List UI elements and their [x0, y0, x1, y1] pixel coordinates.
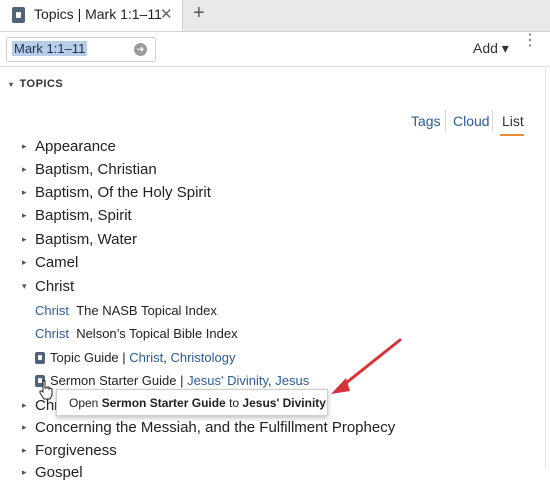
guide-separator: |: [118, 350, 130, 365]
tab-title: Topics | Mark 1:1–11: [34, 6, 162, 22]
topic-entry-source: Nelson’s Topical Bible Index: [76, 326, 238, 341]
view-divider: [492, 110, 493, 132]
tooltip-guide: Sermon Starter Guide: [101, 396, 226, 410]
close-icon[interactable]: ✕: [160, 5, 173, 23]
panel-divider: [545, 66, 546, 470]
expand-caret-icon[interactable]: ▸: [22, 400, 35, 411]
expand-caret-icon[interactable]: ▸: [22, 257, 35, 268]
expand-caret-icon[interactable]: ▸: [22, 422, 35, 433]
add-button[interactable]: Add ▾: [473, 40, 509, 57]
topic-label: Gospel: [35, 464, 83, 481]
topic-entry-link[interactable]: Christ: [35, 326, 69, 341]
guide-entry: Sermon Starter Guide | Jesus' Divinity, …: [35, 373, 309, 388]
section-title: TOPICS: [19, 78, 64, 90]
topic-label: Concerning the Messiah, and the Fulfillm…: [35, 419, 396, 436]
topic-label: Appearance: [35, 138, 116, 155]
topic-label: Baptism, Christian: [35, 161, 157, 178]
expand-caret-icon[interactable]: ▸: [22, 467, 35, 478]
book-icon: [12, 7, 25, 23]
topic-label: Baptism, Spirit: [35, 207, 132, 224]
topic-label: Christ: [35, 278, 75, 295]
vertical-dots-icon[interactable]: ⋮: [522, 33, 538, 49]
topic-row[interactable]: ▸ Baptism, Of the Holy Spirit: [22, 184, 211, 201]
topic-row[interactable]: ▸ Camel: [22, 254, 78, 271]
topic-entry-source: The NASB Topical Index: [76, 303, 217, 318]
topic-label: Forgiveness: [35, 442, 117, 459]
add-tab-button[interactable]: +: [193, 2, 205, 25]
topic-label: Baptism, Of the Holy Spirit: [35, 184, 211, 201]
reference-input[interactable]: Mark 1:1–11 ➜: [6, 37, 156, 62]
topic-row[interactable]: ▸ Baptism, Water: [22, 231, 137, 248]
topic-entry-link[interactable]: Christ: [35, 303, 69, 318]
topic-row[interactable]: ▸ Forgiveness: [22, 442, 117, 459]
tab-topics[interactable]: Topics | Mark 1:1–11 ✕: [0, 0, 183, 31]
topic-row[interactable]: ▸ Baptism, Christian: [22, 161, 157, 178]
expand-caret-icon[interactable]: ▸: [22, 210, 35, 221]
expand-caret-icon[interactable]: ▸: [22, 234, 35, 245]
guide-entry: Topic Guide | Christ, Christology: [35, 350, 235, 365]
view-divider: [445, 110, 446, 132]
tooltip: Open Sermon Starter Guide to Jesus' Divi…: [56, 389, 328, 416]
topic-entry: Christ Nelson’s Topical Bible Index: [35, 326, 238, 341]
guide-name: Sermon Starter Guide: [50, 373, 177, 388]
view-list[interactable]: List: [502, 113, 524, 129]
topic-label: Camel: [35, 254, 79, 271]
topics-section-header[interactable]: ▾ TOPICS: [9, 78, 63, 90]
guide-name: Topic Guide: [50, 350, 119, 365]
collapse-caret-icon: ▾: [9, 80, 14, 89]
arrow-right-icon[interactable]: ➜: [134, 43, 147, 56]
book-icon: [35, 352, 45, 364]
topic-row[interactable]: ▸ Concerning the Messiah, and the Fulfill…: [22, 419, 395, 436]
expand-caret-icon[interactable]: ▸: [22, 141, 35, 152]
topic-row[interactable]: ▸ Gospel: [22, 464, 83, 481]
topic-label: Baptism, Water: [35, 231, 137, 248]
active-view-indicator: [500, 134, 524, 136]
guide-link[interactable]: Jesus' Divinity: [187, 373, 268, 388]
guide-separator: |: [176, 373, 188, 388]
guide-link[interactable]: Jesus: [275, 373, 309, 388]
view-tags[interactable]: Tags: [411, 113, 441, 129]
guide-link[interactable]: Christ: [129, 350, 163, 365]
tooltip-target: Jesus' Divinity: [242, 396, 326, 410]
toolbar: Mark 1:1–11 ➜ Add ▾ ⋮: [0, 32, 550, 67]
topic-row[interactable]: ▸ Baptism, Spirit: [22, 207, 132, 224]
expand-caret-icon[interactable]: ▸: [22, 187, 35, 198]
guide-link[interactable]: Christology: [170, 350, 235, 365]
view-cloud[interactable]: Cloud: [453, 113, 490, 129]
reference-value[interactable]: Mark 1:1–11: [12, 41, 88, 56]
topic-entry: Christ The NASB Topical Index: [35, 303, 217, 318]
topic-row-expanded[interactable]: ▾ Christ: [22, 278, 74, 295]
collapse-caret-icon[interactable]: ▾: [22, 281, 35, 292]
expand-caret-icon[interactable]: ▸: [22, 164, 35, 175]
tooltip-middle: to: [225, 396, 243, 410]
expand-caret-icon[interactable]: ▸: [22, 445, 35, 456]
hand-cursor-icon: [39, 380, 53, 400]
tab-bar: Topics | Mark 1:1–11 ✕ +: [0, 0, 550, 32]
tooltip-prefix: Open: [69, 396, 102, 410]
topic-row[interactable]: ▸ Appearance: [22, 138, 116, 155]
